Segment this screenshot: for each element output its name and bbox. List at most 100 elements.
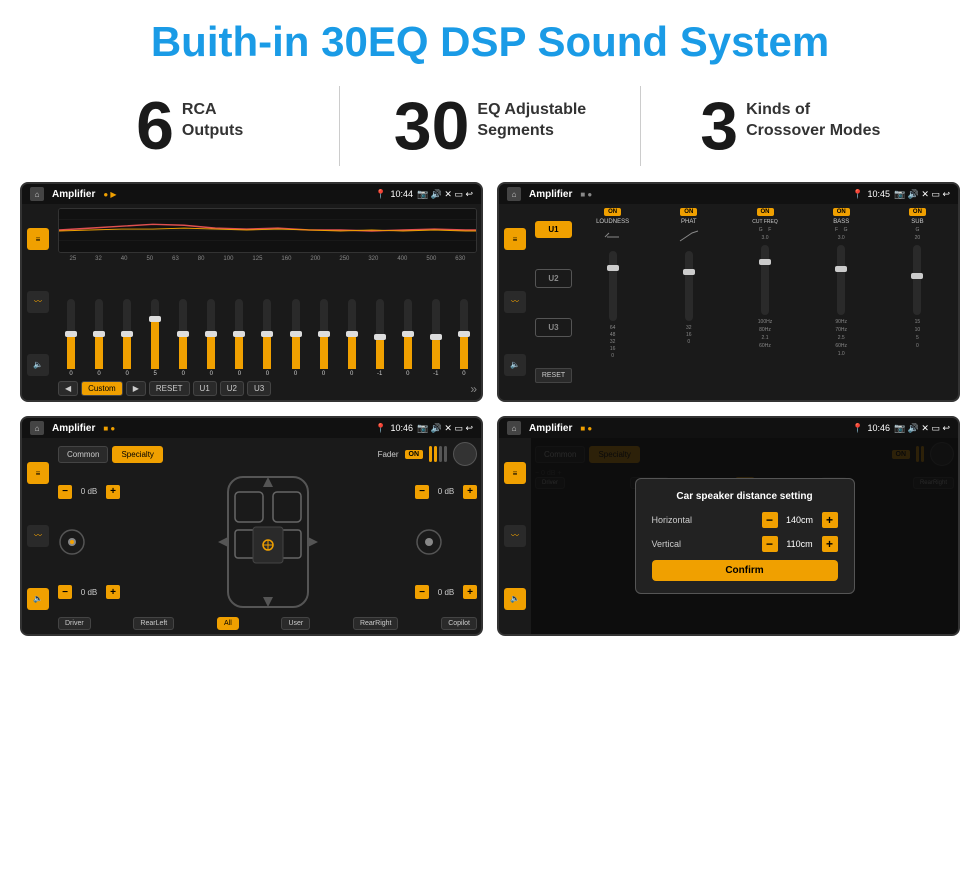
time-1: 10:44 bbox=[390, 189, 413, 199]
app-title-1: Amplifier bbox=[52, 189, 95, 200]
u2-preset[interactable]: U2 bbox=[535, 269, 572, 288]
avatar-icon bbox=[453, 442, 477, 466]
custom-btn[interactable]: Custom bbox=[81, 381, 123, 396]
sidebar-3: ≡ 〰 🔈 bbox=[22, 438, 54, 634]
home-icon-4[interactable]: ⌂ bbox=[507, 421, 521, 435]
copilot-btn[interactable]: Copilot bbox=[441, 617, 477, 630]
play-btn[interactable]: ▶ bbox=[126, 381, 146, 396]
rearright-btn[interactable]: RearRight bbox=[353, 617, 399, 630]
all-btn[interactable]: All bbox=[217, 617, 239, 630]
stat-text-crossover: Kinds ofCrossover Modes bbox=[746, 100, 880, 142]
speaker-icon-4[interactable]: 🔈 bbox=[504, 588, 526, 610]
stat-text-eq: EQ AdjustableSegments bbox=[477, 100, 586, 142]
tab-specialty[interactable]: Specialty bbox=[112, 446, 162, 463]
user-btn[interactable]: User bbox=[281, 617, 310, 630]
time-3: 10:46 bbox=[390, 423, 413, 433]
speaker-icon-2[interactable]: 🔈 bbox=[504, 354, 526, 376]
fr-val: 0 dB bbox=[432, 487, 460, 496]
speaker-icon-3[interactable]: 🔈 bbox=[27, 588, 49, 610]
eq-icon-2[interactable]: ≡ bbox=[504, 228, 526, 250]
fl-plus[interactable]: + bbox=[106, 485, 120, 499]
wave-icon-2[interactable]: 〰 bbox=[504, 291, 526, 313]
wave-icon-3[interactable]: 〰 bbox=[27, 525, 49, 547]
page-title: Buith-in 30EQ DSP Sound System bbox=[0, 18, 980, 66]
eq-graph bbox=[58, 208, 477, 253]
screen-eq: ⌂ Amplifier ● ▶ 📍 10:44 📷 🔊 ✕ ▭ ↩ ≡ 〰 🔈 bbox=[20, 182, 483, 402]
stat-rca: 6 RCAOutputs bbox=[60, 92, 319, 160]
screen-crossover: ⌂ Amplifier ■ ● 📍 10:45 📷 🔊 ✕ ▭ ↩ ≡ 〰 🔈 … bbox=[497, 182, 960, 402]
screen-dialog: ⌂ Amplifier ■ ● 📍 10:46 📷 🔊 ✕ ▭ ↩ ≡ 〰 🔈 bbox=[497, 416, 960, 636]
stat-number-30: 30 bbox=[394, 92, 470, 160]
tab-common[interactable]: Common bbox=[58, 446, 108, 463]
status-bar-1: ⌂ Amplifier ● ▶ 📍 10:44 📷 🔊 ✕ ▭ ↩ bbox=[22, 184, 481, 204]
sidebar-4: ≡ 〰 🔈 bbox=[499, 438, 531, 634]
eq-icon-3[interactable]: ≡ bbox=[27, 462, 49, 484]
dot-icon-3: ■ ● bbox=[103, 424, 115, 433]
stats-row: 6 RCAOutputs 30 EQ AdjustableSegments 3 … bbox=[0, 76, 980, 176]
stat-divider-2 bbox=[640, 86, 641, 166]
stat-number-6: 6 bbox=[136, 92, 174, 160]
fader-label: Fader bbox=[378, 450, 399, 459]
rr-val: 0 dB bbox=[432, 588, 460, 597]
status-bar-2: ⌂ Amplifier ■ ● 📍 10:45 📷 🔊 ✕ ▭ ↩ bbox=[499, 184, 958, 204]
rr-plus[interactable]: + bbox=[463, 585, 477, 599]
stat-eq: 30 EQ AdjustableSegments bbox=[360, 92, 619, 160]
vertical-plus[interactable]: + bbox=[822, 536, 838, 552]
bottom-buttons-3: Driver RearLeft All User RearRight Copil… bbox=[58, 617, 477, 630]
app-title-4: Amplifier bbox=[529, 423, 572, 434]
vertical-minus[interactable]: − bbox=[762, 536, 778, 552]
reset-btn[interactable]: RESET bbox=[149, 381, 190, 396]
status-bar-4: ⌂ Amplifier ■ ● 📍 10:46 📷 🔊 ✕ ▭ ↩ bbox=[499, 418, 958, 438]
fr-plus[interactable]: + bbox=[463, 485, 477, 499]
u1-btn[interactable]: U1 bbox=[193, 381, 217, 396]
home-icon-2[interactable]: ⌂ bbox=[507, 187, 521, 201]
location-icon-3: 📍 bbox=[375, 423, 386, 434]
fl-minus[interactable]: − bbox=[58, 485, 72, 499]
home-icon-3[interactable]: ⌂ bbox=[30, 421, 44, 435]
screens-grid: ⌂ Amplifier ● ▶ 📍 10:44 📷 🔊 ✕ ▭ ↩ ≡ 〰 🔈 bbox=[0, 176, 980, 646]
dot-icon-4: ■ ● bbox=[580, 424, 592, 433]
rr-minus[interactable]: − bbox=[415, 585, 429, 599]
speaker-icon-1[interactable]: 🔈 bbox=[27, 354, 49, 376]
app-title-3: Amplifier bbox=[52, 423, 95, 434]
ch-sub: ON SUB G 20 15 10 5 0 bbox=[881, 208, 954, 396]
app-title-2: Amplifier bbox=[529, 189, 572, 200]
icons-4: 📷 🔊 ✕ ▭ ↩ bbox=[894, 423, 950, 434]
sidebar-2: ≡ 〰 🔈 bbox=[499, 204, 531, 400]
reset-cross-btn[interactable]: RESET bbox=[535, 368, 572, 383]
ch-bass: ON BASS F G 3.0 90Hz 70Hz 2.5 60Hz 1.0 bbox=[805, 208, 878, 396]
home-icon-1[interactable]: ⌂ bbox=[30, 187, 44, 201]
time-4: 10:46 bbox=[867, 423, 890, 433]
dialog-box: Car speaker distance setting Horizontal … bbox=[635, 478, 855, 594]
u2-btn[interactable]: U2 bbox=[220, 381, 244, 396]
dialog-horizontal-row: Horizontal − 140cm + bbox=[652, 512, 838, 528]
rl-minus[interactable]: − bbox=[58, 585, 72, 599]
horizontal-minus[interactable]: − bbox=[762, 512, 778, 528]
eq-icon-4[interactable]: ≡ bbox=[504, 462, 526, 484]
eq-icon-1[interactable]: ≡ bbox=[27, 228, 49, 250]
u3-preset[interactable]: U3 bbox=[535, 318, 572, 337]
u1-preset[interactable]: U1 bbox=[535, 221, 572, 238]
wave-icon-1[interactable]: 〰 bbox=[27, 291, 49, 313]
fl-val: 0 dB bbox=[75, 487, 103, 496]
vertical-label: Vertical bbox=[652, 539, 682, 549]
rl-plus[interactable]: + bbox=[106, 585, 120, 599]
eq-controls: ◀ Custom ▶ RESET U1 U2 U3 » bbox=[58, 381, 477, 396]
dot-icon-1: ● ▶ bbox=[103, 190, 116, 199]
ch-loudness: ON LOUDNESS 64 48 32 16 0 bbox=[576, 208, 649, 396]
confirm-button[interactable]: Confirm bbox=[652, 560, 838, 581]
sidebar-1: ≡ 〰 🔈 bbox=[22, 204, 54, 400]
expand-icon-1: » bbox=[470, 382, 477, 396]
time-2: 10:45 bbox=[867, 189, 890, 199]
stat-number-3: 3 bbox=[700, 92, 738, 160]
ch-phat: ON PHAT 32 16 0 bbox=[652, 208, 725, 396]
horizontal-plus[interactable]: + bbox=[822, 512, 838, 528]
prev-btn[interactable]: ◀ bbox=[58, 381, 78, 396]
rearleft-btn[interactable]: RearLeft bbox=[133, 617, 174, 630]
stat-text-rca: RCAOutputs bbox=[182, 100, 243, 142]
fr-minus[interactable]: − bbox=[415, 485, 429, 499]
fader-on-badge: ON bbox=[405, 450, 424, 459]
wave-icon-4[interactable]: 〰 bbox=[504, 525, 526, 547]
u3-btn[interactable]: U3 bbox=[247, 381, 271, 396]
driver-btn[interactable]: Driver bbox=[58, 617, 91, 630]
